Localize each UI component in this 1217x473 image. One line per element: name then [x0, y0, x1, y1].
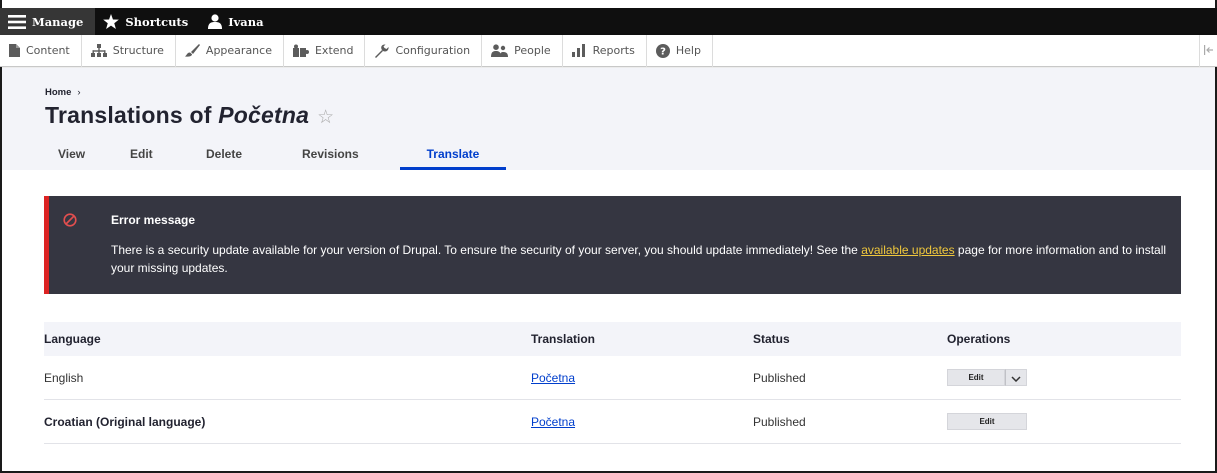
- toolbar-user[interactable]: Ivana: [200, 8, 275, 35]
- tray-item-configuration[interactable]: Configuration: [365, 34, 483, 67]
- header-translation: Translation: [531, 332, 596, 346]
- document-icon: [9, 44, 20, 57]
- puzzle-icon: [292, 44, 309, 57]
- error-title: Error message: [111, 213, 196, 227]
- translation-link[interactable]: Početna: [531, 371, 575, 385]
- table-row: English Početna Published Edit: [44, 356, 1181, 400]
- cell-status: Published: [753, 370, 806, 385]
- star-icon: [103, 14, 120, 29]
- tray-item-label: People: [514, 44, 551, 57]
- tray-item-appearance[interactable]: Appearance: [176, 34, 284, 67]
- tray-item-people[interactable]: People: [482, 34, 563, 67]
- tray-item-extend[interactable]: Extend: [284, 34, 366, 67]
- error-icon: [63, 213, 77, 232]
- header-operations: Operations: [947, 332, 1011, 346]
- structure-icon: [90, 44, 107, 57]
- collapse-icon: [1203, 44, 1214, 58]
- tray-item-label: Structure: [112, 44, 164, 57]
- tray-item-structure[interactable]: Structure: [82, 34, 176, 67]
- operations-dropbutton: Edit: [947, 369, 1027, 386]
- tab-view[interactable]: View: [44, 142, 104, 170]
- toolbar-manage[interactable]: Manage: [0, 8, 96, 35]
- cell-language: English: [44, 370, 84, 385]
- tray-item-reports[interactable]: Reports: [563, 34, 647, 67]
- toolbar-shortcuts[interactable]: Shortcuts: [95, 8, 200, 35]
- toolbar-tray: Content Structure Appearance Extend Conf…: [0, 34, 1217, 67]
- help-icon: ?: [655, 43, 670, 58]
- brush-icon: [184, 44, 200, 57]
- local-tabs: View Edit Delete Revisions Translate: [44, 142, 506, 170]
- tray-item-label: Help: [675, 44, 701, 57]
- tray-item-label: Extend: [314, 44, 354, 57]
- edit-button[interactable]: Edit: [947, 413, 1027, 430]
- tray-item-content[interactable]: Content: [0, 34, 82, 67]
- breadcrumb-home[interactable]: Home: [45, 87, 71, 98]
- header-status: Status: [753, 332, 790, 346]
- tray-item-label: Appearance: [205, 44, 272, 57]
- tray-item-help[interactable]: ? Help: [647, 34, 713, 67]
- svg-text:?: ?: [660, 46, 666, 57]
- dropbutton-toggle[interactable]: [1005, 369, 1027, 386]
- bar-chart-icon: [571, 44, 587, 57]
- user-icon: [208, 14, 223, 29]
- breadcrumb: Home ›: [45, 87, 81, 98]
- page-header: Home › Translations of Početna ☆ View Edit…: [2, 68, 1215, 170]
- page-title: Translations of Početna ☆: [45, 102, 334, 129]
- table-header: Language Translation Status Operations: [44, 322, 1181, 356]
- tray-item-label: Content: [26, 44, 70, 57]
- admin-toolbar: Manage Shortcuts Ivana: [0, 8, 1217, 35]
- toolbar-shortcuts-label: Shortcuts: [125, 14, 189, 29]
- tab-translate[interactable]: Translate: [400, 142, 506, 170]
- toolbar-manage-label: Manage: [32, 14, 84, 29]
- tab-delete[interactable]: Delete: [182, 142, 280, 170]
- tab-revisions[interactable]: Revisions: [280, 142, 400, 170]
- people-icon: [491, 44, 509, 57]
- error-text: There is a security update available for…: [111, 241, 1171, 277]
- breadcrumb-separator: ›: [77, 87, 81, 98]
- available-updates-link[interactable]: available updates: [861, 243, 954, 257]
- translations-table: Language Translation Status Operations E…: [44, 322, 1181, 444]
- toolbar-user-label: Ivana: [228, 14, 264, 29]
- chevron-down-icon: [1011, 371, 1021, 385]
- page-title-node: Početna: [218, 102, 310, 128]
- tray-item-label: Reports: [592, 44, 635, 57]
- header-language: Language: [44, 332, 101, 346]
- page-title-prefix: Translations of: [45, 102, 212, 128]
- shortcut-star-icon[interactable]: ☆: [317, 107, 334, 128]
- tray-orientation-toggle[interactable]: [1199, 35, 1217, 67]
- error-message: Error message There is a security update…: [44, 196, 1181, 294]
- cell-language: Croatian (Original language): [44, 414, 206, 429]
- wrench-icon: [374, 43, 390, 58]
- table-row: Croatian (Original language) Početna Pub…: [44, 400, 1181, 444]
- error-text-before: There is a security update available for…: [111, 243, 862, 257]
- hamburger-icon: [8, 14, 26, 29]
- translation-link[interactable]: Početna: [531, 415, 575, 429]
- tray-item-label: Configuration: [395, 44, 471, 57]
- tab-edit[interactable]: Edit: [104, 142, 182, 170]
- cell-status: Published: [753, 414, 806, 429]
- edit-button[interactable]: Edit: [947, 369, 1005, 386]
